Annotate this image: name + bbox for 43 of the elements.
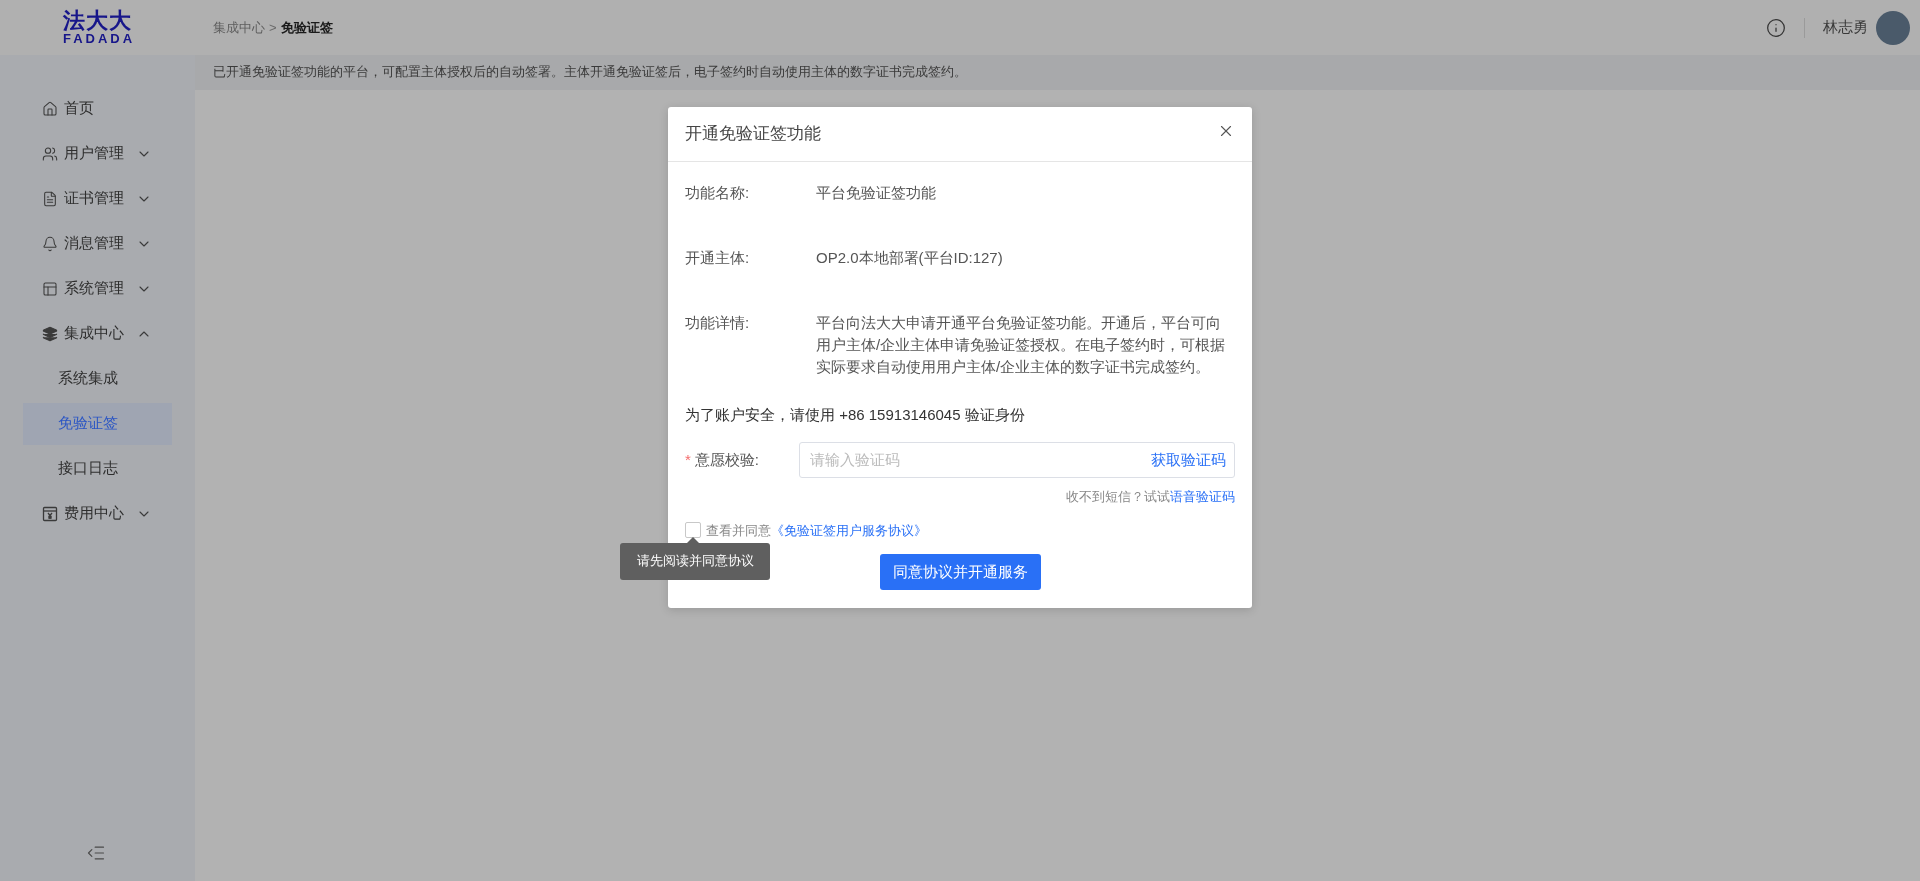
nav-item[interactable]: 集成中心 (0, 311, 172, 356)
nav-item[interactable]: 用户管理 (0, 131, 172, 176)
notice-bar: 已开通免验证签功能的平台，可配置主体授权后的自动签署。主体开通免验证签后，电子签约时自动使用主体的数字证书完成签约。 (195, 55, 1920, 90)
tooltip-arrow-icon (687, 536, 699, 543)
voice-code-link[interactable]: 语音验证码 (1170, 487, 1235, 507)
breadcrumb-item: 免验证签 (280, 18, 333, 37)
nav-item[interactable]: 费用中心 (0, 491, 172, 536)
nav-item[interactable]: 系统管理 (0, 266, 172, 311)
home-icon (42, 100, 58, 117)
breadcrumb-separator: > (269, 18, 277, 37)
agreement-link[interactable]: 《免验证签用户服务协议》 (771, 520, 927, 540)
layers-icon (42, 325, 58, 342)
nav-subitem[interactable]: 系统集成 (23, 357, 172, 400)
avatar[interactable] (1876, 10, 1910, 45)
field-label: 开通主体: (685, 248, 751, 268)
field-label-text: 意愿校验: (694, 449, 759, 470)
verify-prompt: 为了账户安全，请使用 +86 15913146045 验证身份 (685, 405, 1026, 425)
nav-item[interactable]: 证书管理 (0, 176, 172, 221)
agreement-text: 查看并同意 (706, 521, 771, 540)
info-icon[interactable] (1766, 17, 1786, 38)
get-code-button[interactable]: 获取验证码 (1151, 448, 1226, 472)
receipt-icon (42, 505, 58, 522)
nav-item[interactable]: 消息管理 (0, 221, 172, 266)
sms-hint: 收不到短信？试试 (1066, 488, 1170, 506)
field-value: 平台向法大大申请开通平台免验证签功能。开通后，平台可向用户主体/企业主体申请免验证签授权。在电子签约时，可根据实际要求自动使用用户主体/企业主体的数字证书完成签约。 (816, 313, 1227, 377)
required-mark: * (685, 449, 691, 470)
field-value: OP2.0本地部署(平台ID:127) (816, 248, 1003, 268)
nav-item[interactable]: 首页 (0, 86, 172, 131)
users-icon (42, 145, 58, 162)
user-name[interactable]: 林志勇 (1823, 16, 1868, 39)
submit-button[interactable]: 同意协议并开通服务 (879, 554, 1041, 590)
dialog-title: 开通免验证签功能 (685, 123, 821, 146)
breadcrumb-item[interactable]: 集成中心 (213, 17, 265, 38)
bell-icon (42, 235, 58, 252)
field-label: 功能名称: (685, 183, 751, 203)
field-value: 平台免验证签功能 (816, 183, 936, 203)
field-label: 功能详情: (685, 313, 751, 333)
verification-code-field[interactable]: 请输入验证码 获取验证码 (799, 442, 1235, 478)
agreement-checkbox[interactable] (685, 522, 701, 539)
nav-subitem[interactable]: 接口日志 (23, 447, 172, 490)
layout-icon (42, 280, 58, 297)
document-icon (42, 190, 58, 207)
logo: 法大大 FADADA (62, 10, 133, 45)
